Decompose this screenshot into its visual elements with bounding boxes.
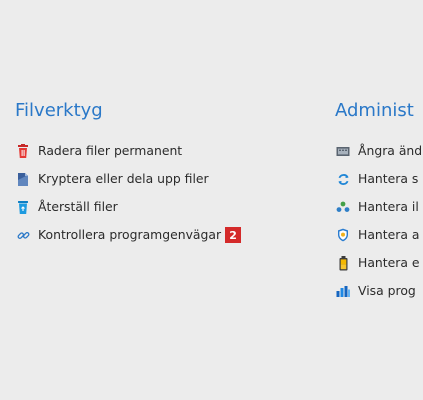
admin-item-show-programs-label: Visa prog (358, 283, 416, 298)
group-icon (335, 199, 351, 215)
admin-item-undo-changes-label: Ångra änd (358, 143, 423, 158)
keyboard-icon (335, 143, 351, 159)
broken-link-icon (15, 227, 31, 243)
admin-item-manage-1[interactable]: Hantera s (335, 165, 422, 193)
admin-item-manage-4-label: Hantera e (358, 255, 420, 270)
bar-chart-icon (335, 283, 351, 299)
admin-item-manage-1-label: Hantera s (358, 171, 419, 186)
delete-files-permanently-label: Radera filer permanent (38, 143, 183, 158)
step-number-badge: 2 (225, 227, 242, 243)
encrypt-split-files-label: Kryptera eller dela upp filer (38, 171, 209, 186)
restore-files-label: Återställ filer (38, 199, 118, 214)
shield-icon (335, 227, 351, 243)
admin-item-manage-2[interactable]: Hantera il (335, 193, 422, 221)
admin-item-show-programs[interactable]: Visa prog (335, 277, 422, 305)
admin-item-undo-changes[interactable]: Ångra änd (335, 137, 422, 165)
file-tools-section: Filverktyg Radera filer permanent Krypte… (15, 99, 242, 249)
refresh-icon (335, 171, 351, 187)
encrypt-split-files-link[interactable]: Kryptera eller dela upp filer (15, 165, 241, 193)
admin-item-manage-3-label: Hantera a (358, 227, 420, 242)
admin-item-manage-3[interactable]: Hantera a (335, 221, 422, 249)
recycle-bin-icon (15, 199, 31, 215)
check-program-shortcuts-label: Kontrollera programgenvägar (38, 227, 222, 242)
admin-item-manage-4[interactable]: Hantera e (335, 249, 422, 277)
delete-files-permanently-link[interactable]: Radera filer permanent (15, 137, 241, 165)
encrypt-file-icon (15, 171, 31, 187)
check-program-shortcuts-link[interactable]: Kontrollera programgenvägar 2 (15, 221, 242, 249)
battery-icon (335, 255, 351, 271)
trash-icon (15, 143, 31, 159)
admin-section: Administ Ångra änd Hantera s Hantera il … (335, 99, 422, 305)
file-tools-title: Filverktyg (15, 100, 103, 121)
admin-title: Administ (335, 100, 414, 121)
admin-item-manage-2-label: Hantera il (358, 199, 419, 214)
restore-files-link[interactable]: Återställ filer (15, 193, 241, 221)
